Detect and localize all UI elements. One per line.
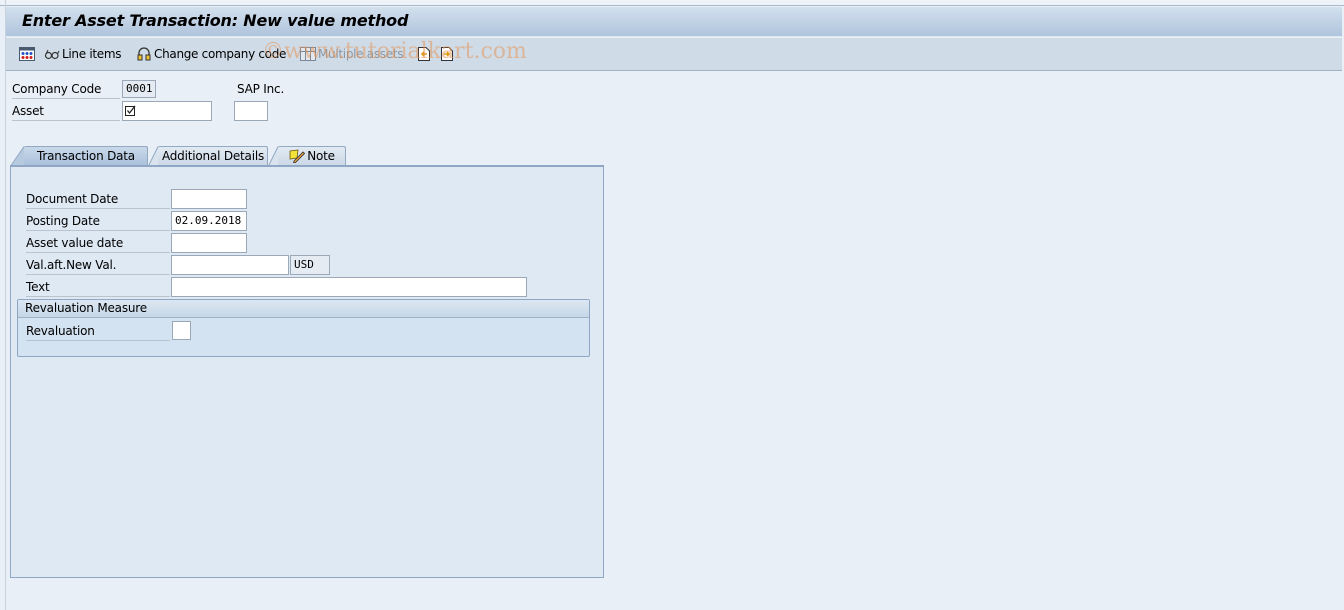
value-after-new-value-label: Val.aft.New Val.	[26, 255, 170, 275]
next-document-icon	[439, 46, 455, 62]
revaluation-checkbox[interactable]	[172, 321, 191, 340]
previous-document-button[interactable]	[416, 45, 434, 63]
change-company-code-button[interactable]: Change company code	[136, 45, 286, 63]
required-entry-icon	[125, 104, 136, 116]
note-pencil-icon	[289, 149, 306, 164]
window-left-border	[5, 0, 6, 610]
multiple-selection-icon	[19, 46, 35, 62]
document-date-label: Document Date	[26, 189, 170, 209]
asset-field[interactable]	[122, 101, 212, 121]
revaluation-measure-title: Revaluation Measure	[18, 300, 589, 318]
posting-date-field[interactable]: 02.09.2018	[171, 211, 247, 231]
page-title: Enter Asset Transaction: New value metho…	[22, 11, 409, 30]
revaluation-label: Revaluation	[26, 321, 170, 341]
glasses-icon	[44, 46, 60, 62]
tab-additional-details[interactable]: Additional Details	[148, 146, 268, 167]
window-top-border	[0, 0, 1344, 6]
grid-table-icon	[300, 46, 316, 62]
asset-label: Asset	[12, 101, 120, 121]
line-items-button[interactable]: Line items	[44, 45, 121, 63]
multiple-assets-button[interactable]: Multiple assets	[300, 45, 403, 63]
company-name-text: SAP Inc.	[237, 82, 285, 96]
currency-field: USD	[290, 255, 330, 275]
document-date-field[interactable]	[171, 189, 247, 209]
posting-date-label: Posting Date	[26, 211, 170, 231]
headset-icon	[136, 46, 152, 62]
tab-note[interactable]: Note	[268, 146, 346, 167]
next-document-button[interactable]	[439, 45, 457, 63]
company-code-field[interactable]: 0001	[122, 80, 156, 98]
title-bar: Enter Asset Transaction: New value metho…	[6, 7, 1342, 37]
tab-transaction-data[interactable]: Transaction Data	[10, 146, 148, 167]
asset-subnumber-field[interactable]	[234, 101, 268, 121]
application-toolbar: Line items Change company code Multiple …	[6, 38, 1342, 71]
text-label: Text	[26, 277, 170, 297]
text-field[interactable]	[171, 277, 527, 297]
asset-value-date-label: Asset value date	[26, 233, 170, 253]
company-code-label: Company Code	[12, 79, 120, 99]
previous-document-icon	[416, 46, 432, 62]
value-after-new-value-field[interactable]	[171, 255, 289, 275]
asset-value-date-field[interactable]	[171, 233, 247, 253]
multiple-selection-button[interactable]	[19, 45, 37, 63]
